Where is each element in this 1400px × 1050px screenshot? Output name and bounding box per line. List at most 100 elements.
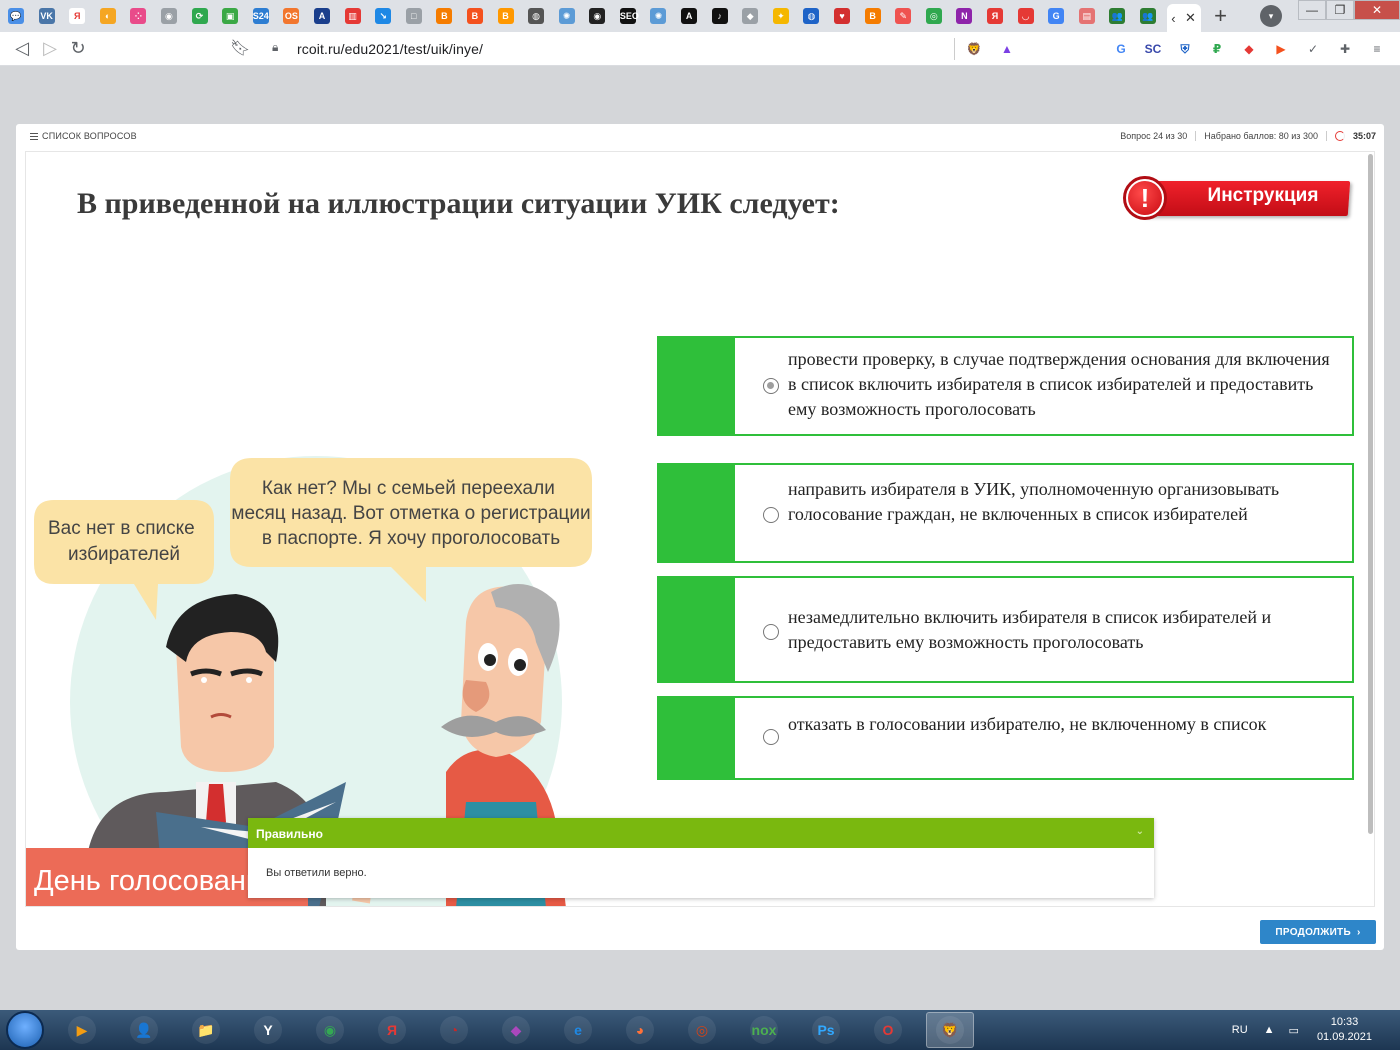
onlysure-icon[interactable]: OS xyxy=(279,5,303,27)
explorer-icon[interactable]: 📁 xyxy=(182,1012,230,1048)
yandex-icon[interactable]: Я xyxy=(65,5,89,27)
p-icon[interactable]: ₽ xyxy=(1207,39,1227,59)
svg-text:Как нет? Мы с семьей переехали: Как нет? Мы с семьей переехали месяц наз… xyxy=(231,478,590,549)
eye-dark-icon[interactable]: ◉ xyxy=(585,5,609,27)
globe-icon[interactable]: ◍ xyxy=(524,5,548,27)
ring-icon[interactable]: ◎ xyxy=(922,5,946,27)
chromium-icon[interactable]: ◎ xyxy=(678,1012,726,1048)
language-indicator[interactable]: RU xyxy=(1232,1024,1248,1036)
back-icon[interactable]: ◁ xyxy=(8,35,36,63)
radio-button[interactable] xyxy=(763,624,779,640)
a-icon[interactable]: A xyxy=(677,5,701,27)
start-button[interactable] xyxy=(6,1011,44,1049)
answer-option[interactable]: незамедлительно включить избирателя в сп… xyxy=(657,576,1354,683)
question-list-button[interactable]: СПИСОК ВОПРОСОВ xyxy=(30,131,137,141)
menu-icon[interactable]: ≡ xyxy=(1367,39,1387,59)
photoshop-icon[interactable]: Ps xyxy=(802,1012,850,1048)
atom-icon[interactable]: ✺ xyxy=(555,5,579,27)
slide-scrollbar[interactable] xyxy=(1368,154,1373,834)
clock[interactable]: 10:33 01.09.2021 xyxy=(1317,1015,1372,1045)
question-slide: В приведенной на иллюстрации ситуации УИ… xyxy=(25,151,1375,907)
pencil-icon[interactable]: ✎ xyxy=(891,5,915,27)
messenger-icon[interactable]: 💬 xyxy=(4,5,28,27)
pocket-icon[interactable]: ◡ xyxy=(1014,5,1038,27)
yandex-icon[interactable]: Я xyxy=(368,1012,416,1048)
people-icon[interactable]: 👥 xyxy=(1105,5,1129,27)
restore-button[interactable]: ❐ xyxy=(1326,0,1354,20)
b-icon[interactable]: B xyxy=(463,5,487,27)
dots-icon[interactable]: ⁘ xyxy=(126,5,150,27)
sc-icon[interactable]: SC xyxy=(1143,39,1163,59)
address-bar[interactable]: rcoit.ru/edu2021/test/uik/inye/ xyxy=(297,41,483,57)
bars-icon[interactable]: ▥ xyxy=(341,5,365,27)
chrome-icon[interactable]: ◉ xyxy=(306,1012,354,1048)
opera-icon[interactable]: O xyxy=(864,1012,912,1048)
close-window-button[interactable]: ✕ xyxy=(1354,0,1400,20)
minimize-button[interactable]: — xyxy=(1298,0,1326,20)
forward-icon[interactable]: ▷ xyxy=(36,35,64,63)
tab-search-icon[interactable]: ▾ xyxy=(1260,5,1282,27)
green-square-icon[interactable]: ▣ xyxy=(218,5,242,27)
doc-icon[interactable]: ▤ xyxy=(1075,5,1099,27)
radio-button-selected[interactable] xyxy=(763,378,779,394)
polygon-icon[interactable]: ◆ xyxy=(492,1012,540,1048)
swirl-icon[interactable]: ◐ xyxy=(96,5,120,27)
atom2-icon[interactable]: ✺ xyxy=(646,5,670,27)
check-shield-icon[interactable]: ✓ xyxy=(1303,39,1323,59)
tab-close-icon[interactable]: ✕ xyxy=(1185,10,1196,26)
blogger-icon[interactable]: B xyxy=(432,5,456,27)
answer-option[interactable]: направить избирателя в УИК, уполномоченн… xyxy=(657,463,1354,563)
radio-button[interactable] xyxy=(763,507,779,523)
seo-icon[interactable]: SEO xyxy=(616,5,640,27)
media-player-icon[interactable]: ▶ xyxy=(58,1012,106,1048)
bookmark-icon[interactable]: 🔖︎ xyxy=(230,38,250,58)
globe2-icon[interactable]: ◍ xyxy=(799,5,823,27)
refresh-green-icon[interactable]: ⟳ xyxy=(188,5,212,27)
nox-icon[interactable]: nox xyxy=(740,1012,788,1048)
blogger2-icon[interactable]: B xyxy=(494,5,518,27)
cube-icon[interactable]: ◆ xyxy=(738,5,762,27)
heart-icon[interactable]: ♥ xyxy=(830,5,854,27)
play-icon[interactable]: ▶ xyxy=(1271,39,1291,59)
brave-shield-icon[interactable]: 🦁 xyxy=(964,39,984,59)
system-tray: RU ▲ ▭ 10:33 01.09.2021 xyxy=(1232,1010,1400,1050)
pin-icon[interactable]: ↘ xyxy=(371,5,395,27)
yandex-browser-icon[interactable]: Y xyxy=(244,1012,292,1048)
answer-option[interactable]: отказать в голосовании избирателю, не вк… xyxy=(657,696,1354,780)
box-icon[interactable]: □ xyxy=(402,5,426,27)
brave-rewards-icon[interactable]: ▲ xyxy=(997,39,1017,59)
brave-icon[interactable]: 🦁 xyxy=(926,1012,974,1048)
network-icon[interactable]: ▭ xyxy=(1289,1024,1299,1037)
continue-button[interactable]: ПРОДОЛЖИТЬ › xyxy=(1260,920,1376,944)
translate-icon[interactable]: G xyxy=(1111,39,1131,59)
bird-icon[interactable]: ✦ xyxy=(769,5,793,27)
collapse-chevron-icon[interactable]: ⌄ xyxy=(1136,826,1144,837)
tray-expand-icon[interactable]: ▲ xyxy=(1264,1024,1275,1036)
instruction-button[interactable]: ! Инструкция xyxy=(1123,176,1351,220)
people2-icon[interactable]: 👥 xyxy=(1136,5,1160,27)
lock-icon[interactable]: 🔒︎ xyxy=(272,40,278,55)
ie-icon[interactable]: e xyxy=(554,1012,602,1048)
answer-option[interactable]: провести проверку, в случае подтверждени… xyxy=(657,336,1354,436)
firefox-icon[interactable]: ◕ xyxy=(616,1012,664,1048)
yandex2-icon[interactable]: Я xyxy=(983,5,1007,27)
active-tab[interactable]: ‹ ✕ xyxy=(1166,4,1201,32)
cube-color-icon[interactable]: ◆ xyxy=(1239,39,1259,59)
left-man-eye-glint xyxy=(201,677,207,683)
comodo-icon[interactable]: ◔ xyxy=(430,1012,478,1048)
n-icon[interactable]: N xyxy=(952,5,976,27)
reload-icon[interactable]: ↻ xyxy=(64,35,92,63)
clock-time: 10:33 xyxy=(1330,1016,1359,1028)
serp24-icon[interactable]: S24 xyxy=(249,5,273,27)
eye-icon[interactable]: ◉ xyxy=(157,5,181,27)
puzzle-icon[interactable]: ✚ xyxy=(1335,39,1355,59)
chart-icon[interactable]: A xyxy=(310,5,334,27)
new-tab-button[interactable]: + xyxy=(1209,3,1233,28)
shield-person-icon[interactable]: ⛨ xyxy=(1175,39,1195,59)
google-icon[interactable]: G xyxy=(1044,5,1068,27)
blogger3-icon[interactable]: B xyxy=(861,5,885,27)
user-folder-icon[interactable]: 👤 xyxy=(120,1012,168,1048)
radio-button[interactable] xyxy=(763,729,779,745)
vk-icon[interactable]: VK xyxy=(35,5,59,27)
tiktok-icon[interactable]: ♪ xyxy=(708,5,732,27)
